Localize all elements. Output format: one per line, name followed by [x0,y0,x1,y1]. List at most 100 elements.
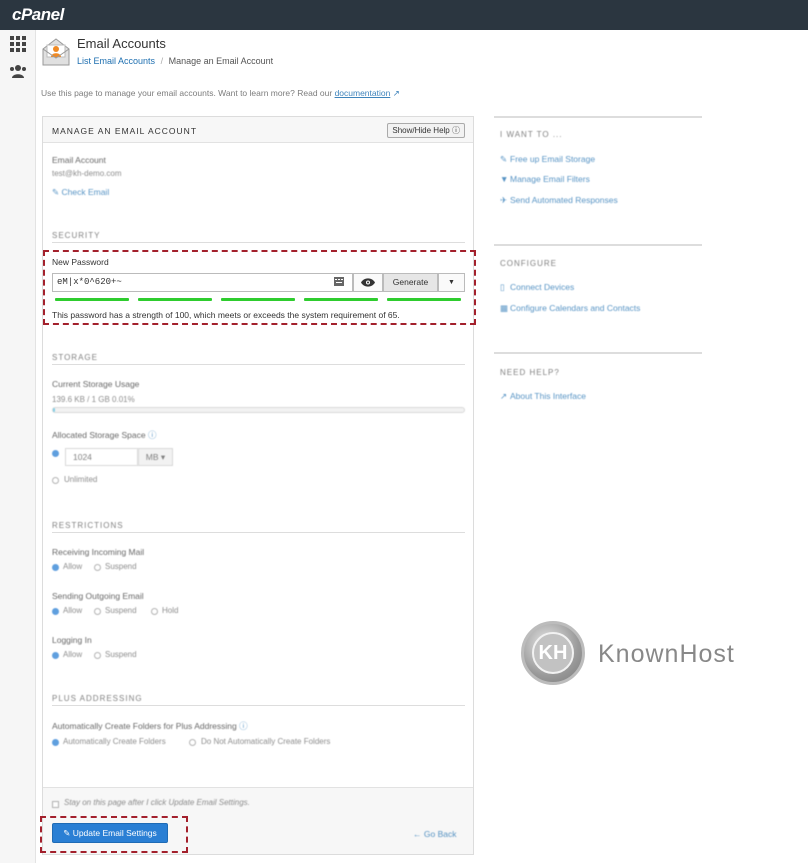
broom-icon: ✎ [500,154,508,164]
storage-usage-fill [53,408,56,412]
auto-create-folders-label: Automatically Create Folders [63,737,166,746]
edit-icon: ✎ [52,187,60,197]
email-account-value: test@kh-demo.com [52,169,122,178]
panel-header: MANAGE AN EMAIL ACCOUNT Show/Hide Help ⓘ [43,117,473,143]
plane-icon: ✈ [500,195,508,205]
breadcrumb: List Email Accounts / Manage an Email Ac… [77,56,273,66]
manage-filters-link[interactable]: ▼ Manage Email Filters [500,174,590,184]
unlimited-label: Unlimited [64,475,98,484]
security-divider [52,242,465,243]
storage-divider [52,364,465,365]
connect-devices-link[interactable]: ▯ Connect Devices [500,282,574,293]
configure-calendars-label: Configure Calendars and Contacts [510,303,641,313]
incoming-mail-label: Receiving Incoming Mail [52,547,145,557]
outgoing-hold-radio[interactable] [151,608,158,615]
check-email-label: Check Email [61,187,110,197]
storage-unit-label: MB [145,452,159,462]
free-up-storage-label: Free up Email Storage [510,154,596,164]
cpanel-logo[interactable]: cPanel [12,5,64,25]
incoming-allow-radio[interactable] [52,564,59,571]
stay-on-page-checkbox[interactable] [52,801,59,808]
panel-title: MANAGE AN EMAIL ACCOUNT [52,126,198,136]
check-email-link[interactable]: ✎ Check Email [52,187,109,198]
plus-addressing-divider [52,705,465,706]
external-link-icon: ↗ [500,391,508,401]
i-want-to-heading: I WANT TO ... [500,130,563,139]
go-back-link[interactable]: ← Go Back [413,829,456,839]
email-account-label: Email Account [52,155,106,165]
incoming-allow-label: Allow [63,562,83,571]
incoming-suspend-radio[interactable] [94,564,101,571]
filter-icon: ▼ [500,174,509,184]
password-highlight-box [43,250,476,325]
incoming-suspend-label: Suspend [105,562,137,571]
knownhost-logo: KH [521,621,585,685]
storage-usage-value: 139.6 KB / 1 GB 0.01% [52,395,135,404]
grid-apps-icon[interactable] [8,36,28,56]
arrow-left-icon: ← [413,829,422,839]
quota-unlimited-radio[interactable] [52,477,59,484]
configure-heading: CONFIGURE [500,259,557,268]
intro-sentence: Use this page to manage your email accou… [41,88,335,98]
page-title: Email Accounts [77,36,166,51]
no-auto-create-folders-label: Do Not Automatically Create Folders [201,737,331,746]
help-icon[interactable]: ⓘ [148,430,157,440]
outgoing-suspend-radio[interactable] [94,608,101,615]
login-allow-radio[interactable] [52,652,59,659]
storage-unit-select[interactable]: MB ▾ [138,448,173,466]
restrictions-heading: RESTRICTIONS [52,521,124,530]
about-interface-label: About This Interface [510,391,586,401]
login-suspend-radio[interactable] [94,652,101,659]
login-allow-label: Allow [63,650,83,659]
breadcrumb-separator: / [160,56,164,66]
external-link-icon: ↗ [392,88,400,98]
help-icon[interactable]: ⓘ [239,721,248,731]
documentation-link[interactable]: documentation [335,88,391,98]
intro-text: Use this page to manage your email accou… [41,88,400,99]
auto-create-folders-radio[interactable] [52,739,59,746]
no-auto-create-folders-radio[interactable] [189,739,196,746]
current-storage-label: Current Storage Usage [52,379,140,389]
outgoing-allow-radio[interactable] [52,608,59,615]
need-help-heading: NEED HELP? [500,368,560,377]
restrictions-divider [52,532,465,533]
kh-monogram: KH [532,632,574,674]
free-up-storage-link[interactable]: ✎ Free up Email Storage [500,154,595,165]
plus-addressing-label: Automatically Create Folders for Plus Ad… [52,720,248,732]
go-back-label: Go Back [423,829,457,839]
calendar-icon: ▦ [500,303,509,313]
storage-quota-input[interactable]: 1024 [65,448,138,466]
outgoing-allow-label: Allow [63,606,83,615]
outgoing-hold-label: Hold [162,606,179,615]
send-autoresponders-label: Send Automated Responses [510,195,618,205]
about-interface-link[interactable]: ↗ About This Interface [500,391,586,402]
email-envelope-icon [41,37,71,67]
top-bar: cPanel [0,0,808,30]
right-divider [494,244,702,246]
question-circle-icon: ⓘ [452,126,460,135]
help-button-label: Show/Hide Help [392,126,450,135]
stay-on-page-label: Stay on this page after I click Update E… [64,798,250,807]
plus-addressing-heading: PLUS ADDRESSING [52,694,143,703]
right-divider [494,352,702,354]
update-button-highlight-box [40,816,188,853]
users-icon[interactable] [8,64,28,84]
allocated-storage-label: Allocated Storage Space ⓘ [52,429,156,441]
mobile-icon: ▯ [500,282,505,292]
security-heading: SECURITY [52,231,101,240]
outgoing-email-label: Sending Outgoing Email [52,591,144,601]
storage-usage-bar [52,407,465,413]
quota-limited-radio[interactable] [52,450,59,457]
knownhost-wordmark: KnownHost [598,640,735,668]
plus-addressing-text: Automatically Create Folders for Plus Ad… [52,721,237,731]
login-suspend-label: Suspend [105,650,137,659]
right-divider [494,116,702,118]
send-autoresponders-link[interactable]: ✈ Send Automated Responses [500,195,618,206]
logging-in-label: Logging In [52,635,92,645]
breadcrumb-current: Manage an Email Account [168,56,274,66]
show-hide-help-button[interactable]: Show/Hide Help ⓘ [387,123,465,138]
breadcrumb-list-email-accounts[interactable]: List Email Accounts [77,56,155,66]
manage-filters-label: Manage Email Filters [510,174,590,184]
configure-calendars-link[interactable]: ▦ Configure Calendars and Contacts [500,303,640,314]
connect-devices-label: Connect Devices [510,282,575,292]
